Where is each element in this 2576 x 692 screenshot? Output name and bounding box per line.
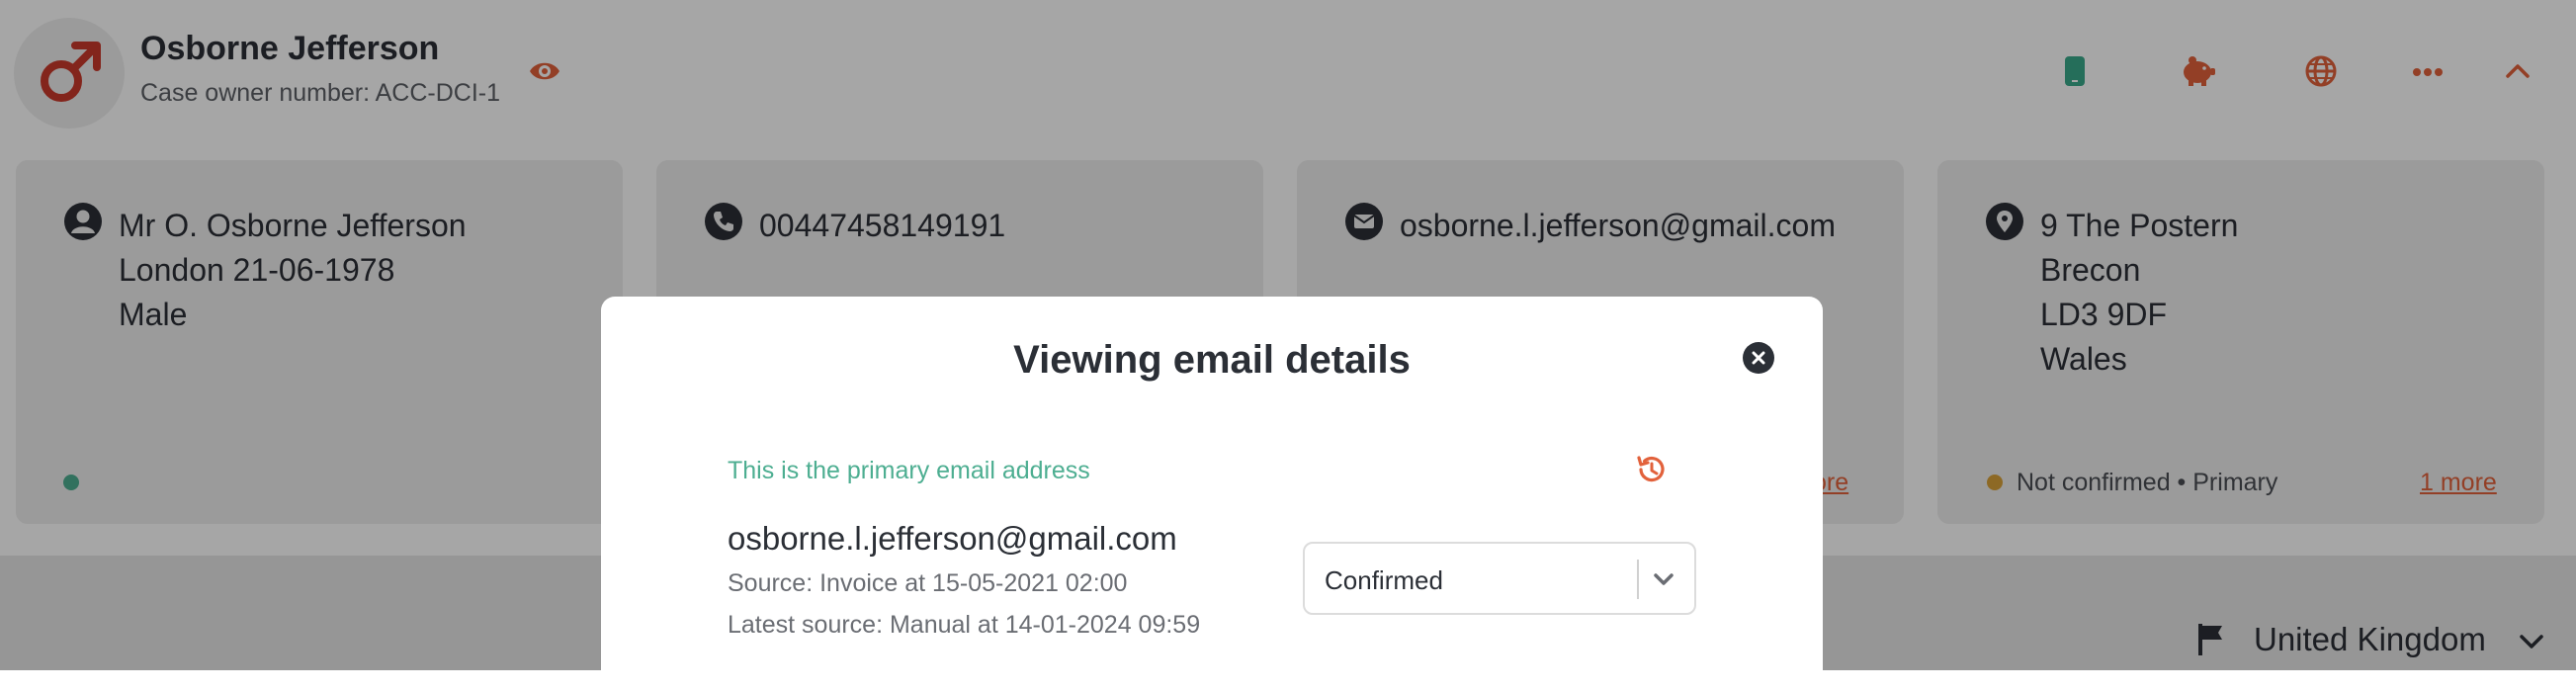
close-button[interactable] — [1743, 342, 1774, 374]
status-select[interactable]: Confirmed — [1303, 542, 1696, 615]
email-source: Source: Invoice at 15-05-2021 02:00 — [728, 569, 1128, 597]
email-details-modal: Viewing email details This is the primar… — [601, 297, 1823, 692]
close-icon — [1752, 351, 1765, 365]
select-separator — [1637, 560, 1639, 599]
chevron-down-icon[interactable] — [1651, 567, 1676, 591]
email-latest-source: Latest source: Manual at 14-01-2024 09:5… — [728, 611, 1201, 639]
primary-email-note: This is the primary email address — [728, 457, 1090, 484]
status-select-value: Confirmed — [1325, 565, 1443, 595]
history-icon[interactable] — [1635, 453, 1669, 486]
modal-title: Viewing email details — [1013, 338, 1411, 382]
modal-email-address: osborne.l.jefferson@gmail.com — [728, 520, 1177, 557]
